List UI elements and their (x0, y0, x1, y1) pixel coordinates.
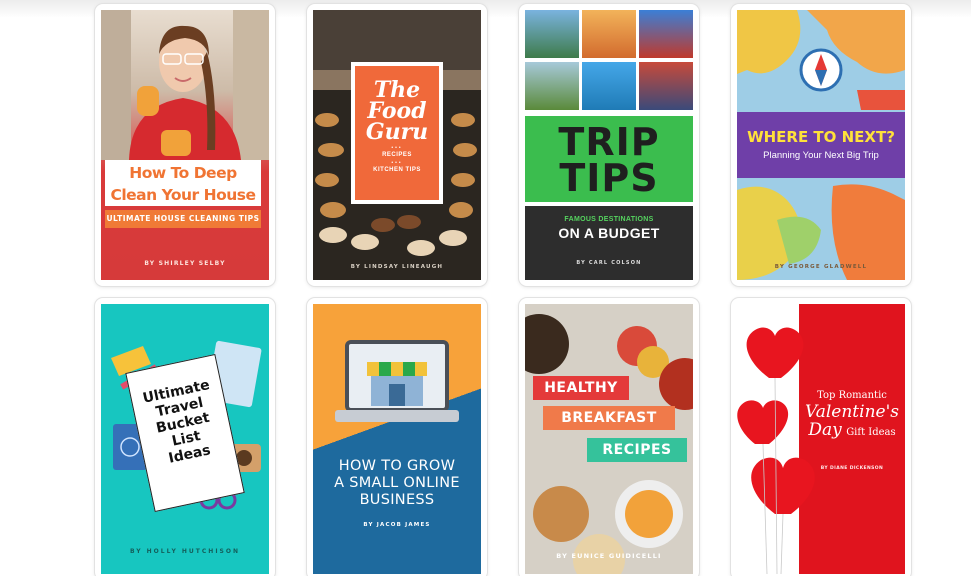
cover-author: BY SHIRLEY SELBY (144, 260, 226, 267)
photo-tile-lagoon (582, 62, 636, 110)
laptop-store-icon (335, 340, 459, 422)
cover-title-line3: Guru (365, 119, 429, 145)
cover-title-line1: HOW TO GROW (338, 458, 456, 474)
photo-tile-eiffel (582, 10, 636, 58)
cover-image: Top Romantic Valentine's Day Gift Ideas … (737, 304, 905, 574)
photo-tile-mountains (525, 10, 579, 58)
book-cover-card-valentines[interactable]: Top Romantic Valentine's Day Gift Ideas … (731, 298, 911, 576)
title-box: How To Deep Clean Your House (105, 160, 261, 206)
cover-kicker: FAMOUS DESTINATIONS (564, 216, 654, 223)
cover-author: BY LINDSAY LINEAUGH (350, 264, 444, 270)
woman-cleaning-illustration (101, 10, 269, 179)
photo-tile-cathedral (639, 10, 693, 58)
book-cover-card-where-to-next[interactable]: WHERE TO NEXT? Planning Your Next Big Tr… (731, 4, 911, 286)
title-box: The Food Guru ••• RECIPES ••• KITCHEN TI… (351, 62, 443, 204)
cover-title-line2: TIPS (559, 156, 659, 200)
book-cover-card-trip-tips[interactable]: TRIP TIPS FAMOUS DESTINATIONS ON A BUDGE… (519, 4, 699, 286)
cover-title-line1: TRIP (558, 120, 660, 164)
cover-subtitle: ULTIMATE HOUSE CLEANING TIPS (105, 210, 261, 228)
cover-image: How To Deep Clean Your House ULTIMATE HO… (101, 10, 269, 280)
title-band: TRIP TIPS (525, 116, 693, 202)
book-cover-card-bucket-list[interactable]: Ultimate Travel Bucket List Ideas BY HOL… (95, 298, 275, 576)
dots-divider-icon: ••• (391, 160, 403, 166)
cover-title-line3: RECIPES (587, 438, 687, 462)
cover-item-recipes: RECIPES (382, 152, 412, 158)
cover-title-line2: A SMALL ONLINE (334, 475, 460, 491)
cover-subtitle: ON A BUDGET (558, 225, 660, 241)
cover-author: BY CARL COLSON (576, 260, 642, 266)
photo-tile-rice-fields (525, 62, 579, 110)
cover-image: WHERE TO NEXT? Planning Your Next Big Tr… (737, 10, 905, 280)
title-band: WHERE TO NEXT? Planning Your Next Big Tr… (737, 112, 905, 178)
cover-title-line2: BREAKFAST (543, 406, 675, 430)
book-cover-card-cleaning[interactable]: How To Deep Clean Your House ULTIMATE HO… (95, 4, 275, 286)
cover-image: Ultimate Travel Bucket List Ideas BY HOL… (101, 304, 269, 574)
cover-item-kitchen-tips: KITCHEN TIPS (373, 167, 421, 173)
cover-image: HOW TO GROW A SMALL ONLINE BUSINESS BY J… (313, 304, 481, 574)
cover-author: BY EUNICE GUIDICELLI (556, 552, 662, 560)
cover-image: The Food Guru ••• RECIPES ••• KITCHEN TI… (313, 10, 481, 280)
heart-balloons-icon (737, 327, 815, 574)
subtitle-band: FAMOUS DESTINATIONS ON A BUDGET (525, 206, 693, 280)
cover-title-line2: Clean Your House (110, 186, 256, 204)
book-cover-card-online-business[interactable]: HOW TO GROW A SMALL ONLINE BUSINESS BY J… (307, 298, 487, 576)
cover-author: BY HOLLY HUTCHISON (129, 548, 241, 555)
cover-title: WHERE TO NEXT? (747, 128, 895, 146)
cover-author: BY GEORGE GLADWELL (774, 264, 868, 270)
book-cover-card-food-guru[interactable]: The Food Guru ••• RECIPES ••• KITCHEN TI… (307, 4, 487, 286)
cover-image: TRIP TIPS FAMOUS DESTINATIONS ON A BUDGE… (525, 10, 693, 280)
cover-title-line1: How To Deep (129, 164, 237, 182)
cover-image: HEALTHY BREAKFAST RECIPES BY EUNICE GUID… (525, 304, 693, 574)
cover-title-line3: BUSINESS (359, 492, 435, 508)
photo-tile-cliffs (639, 62, 693, 110)
title-block: HOW TO GROW A SMALL ONLINE BUSINESS (313, 458, 481, 509)
cover-subtitle: Planning Your Next Big Trip (763, 150, 879, 161)
book-cover-card-healthy-breakfast[interactable]: HEALTHY BREAKFAST RECIPES BY EUNICE GUID… (519, 298, 699, 576)
cover-title-line1: HEALTHY (533, 376, 629, 400)
dots-divider-icon: ••• (391, 145, 403, 151)
cover-author: BY JACOB JAMES (363, 522, 431, 528)
